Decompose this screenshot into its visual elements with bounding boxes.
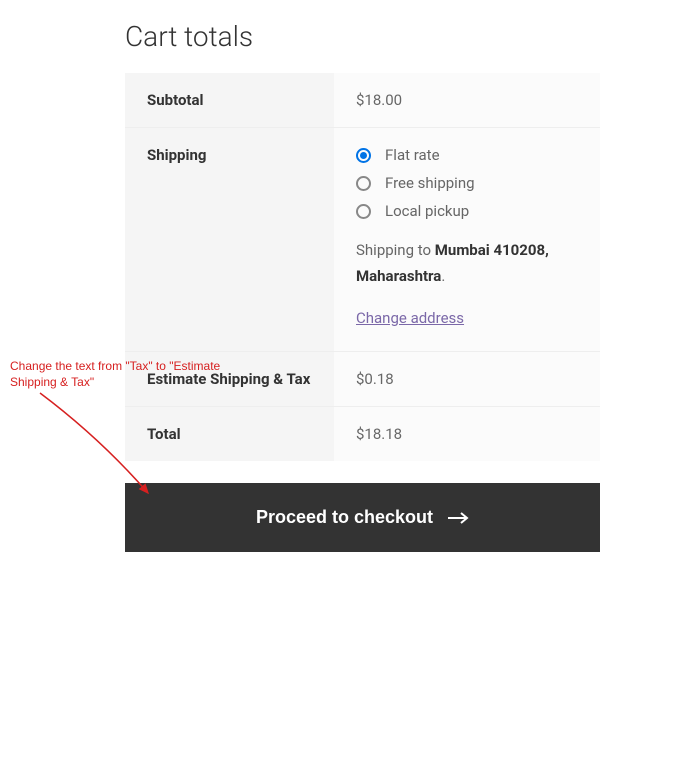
shipping-label: Shipping — [125, 128, 334, 352]
shipping-destination-prefix: Shipping to — [356, 241, 435, 259]
shipping-option-label: Free shipping — [385, 174, 475, 192]
shipping-destination-suffix: . — [441, 267, 445, 285]
shipping-options: Flat rate Free shipping Local pickup — [356, 146, 578, 220]
total-value: $18.18 — [334, 407, 600, 462]
cart-totals-heading: Cart totals — [125, 20, 600, 53]
shipping-option-local-pickup[interactable]: Local pickup — [356, 202, 578, 220]
subtotal-value: $18.00 — [334, 73, 600, 128]
shipping-destination: Shipping to Mumbai 410208, Maharashtra. — [356, 238, 578, 289]
shipping-option-label: Flat rate — [385, 146, 440, 164]
subtotal-label: Subtotal — [125, 73, 334, 128]
shipping-row: Shipping Flat rate Free shipping Local p… — [125, 128, 600, 352]
total-label: Total — [125, 407, 334, 462]
annotation-text: Change the text from "Tax" to "Estimate … — [10, 358, 225, 390]
checkout-button-label: Proceed to checkout — [256, 507, 433, 528]
radio-icon — [356, 148, 371, 163]
radio-icon — [356, 176, 371, 191]
radio-icon — [356, 204, 371, 219]
change-address-link[interactable]: Change address — [356, 309, 464, 327]
shipping-option-free-shipping[interactable]: Free shipping — [356, 174, 578, 192]
subtotal-row: Subtotal $18.00 — [125, 73, 600, 128]
shipping-option-flat-rate[interactable]: Flat rate — [356, 146, 578, 164]
tax-value: $0.18 — [334, 352, 600, 407]
proceed-to-checkout-button[interactable]: Proceed to checkout — [125, 483, 600, 552]
cart-totals-table: Subtotal $18.00 Shipping Flat rate Free … — [125, 73, 600, 461]
shipping-option-label: Local pickup — [385, 202, 469, 220]
total-row: Total $18.18 — [125, 407, 600, 462]
arrow-right-icon — [447, 512, 469, 524]
